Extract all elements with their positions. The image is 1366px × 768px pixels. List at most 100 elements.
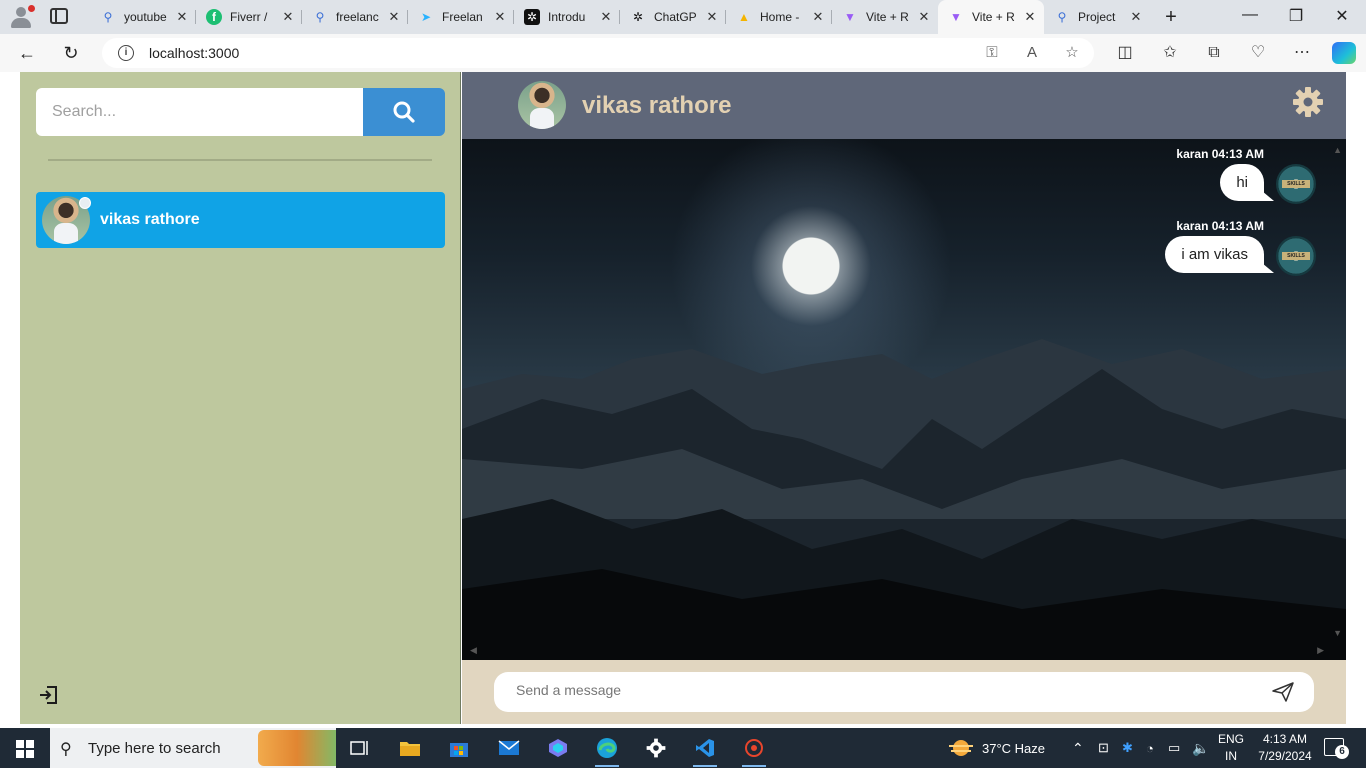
close-tab-icon[interactable]: ✕ xyxy=(810,9,826,25)
browser-essentials-icon[interactable]: ♡ xyxy=(1246,42,1270,64)
chat-header-avatar xyxy=(518,81,566,129)
close-tab-icon[interactable]: ✕ xyxy=(492,9,508,25)
volume-icon[interactable]: 🔈 xyxy=(1192,728,1209,768)
task-view-icon[interactable] xyxy=(342,732,378,764)
browser-tab-active[interactable]: ▼ Vite + R ✕ xyxy=(938,0,1044,34)
online-status-dot xyxy=(79,197,91,209)
mail-icon[interactable] xyxy=(491,732,527,764)
browser-tab[interactable]: f Fiverr / ✕ xyxy=(196,4,302,30)
haze-weather-icon xyxy=(949,740,973,756)
scroll-left-arrow[interactable]: ◀ xyxy=(470,645,477,656)
collections-icon[interactable]: ⧉ xyxy=(1202,42,1226,64)
message-item: karan 04:13 AM hi SKILLS xyxy=(1176,147,1316,204)
scroll-down-arrow[interactable]: ▼ xyxy=(1333,628,1342,638)
settings-icon[interactable] xyxy=(638,732,674,764)
message-list[interactable]: ▲ ▼ ◀ ▶ karan 04:13 AM hi SKILLS karan 0… xyxy=(462,139,1346,660)
search-input[interactable] xyxy=(36,88,363,136)
clock[interactable]: 4:13 AM 7/29/2024 xyxy=(1256,731,1314,765)
close-window-button[interactable]: ✕ xyxy=(1322,6,1362,26)
message-bubble: i am vikas xyxy=(1165,236,1274,273)
close-tab-icon[interactable]: ✕ xyxy=(174,9,190,25)
settings-gear-icon[interactable] xyxy=(1292,86,1324,118)
scroll-up-arrow[interactable]: ▲ xyxy=(1333,145,1342,155)
language-indicator[interactable]: ENG IN xyxy=(1216,731,1246,765)
message-bubble: hi xyxy=(1220,164,1274,201)
close-tab-icon[interactable]: ✕ xyxy=(916,9,932,25)
windows-start-icon[interactable] xyxy=(16,740,34,758)
message-input[interactable] xyxy=(516,682,1236,698)
browser-tab[interactable]: ✲ Introdu ✕ xyxy=(514,4,620,30)
chat-header-name: vikas rathore xyxy=(582,92,732,119)
restore-button[interactable]: ❐ xyxy=(1276,6,1316,26)
refresh-icon[interactable]: ↻ xyxy=(60,42,82,64)
send-icon[interactable] xyxy=(1272,682,1294,702)
logout-icon[interactable] xyxy=(38,684,60,706)
notification-count-badge: 6 xyxy=(1335,745,1349,759)
contact-item-active[interactable]: vikas rathore xyxy=(36,192,445,248)
freelancer-icon: ➤ xyxy=(420,10,432,24)
favorite-star-icon[interactable]: ☆ xyxy=(1062,43,1082,63)
vite-icon: ▼ xyxy=(950,10,962,24)
browser-tab[interactable]: ➤ Freelan ✕ xyxy=(408,4,514,30)
close-tab-icon[interactable]: ✕ xyxy=(598,9,614,25)
show-hidden-icons[interactable]: ⌃ xyxy=(1072,728,1084,768)
tab-actions-icon[interactable] xyxy=(50,8,68,24)
back-icon[interactable]: ← xyxy=(16,42,38,64)
profile-icon[interactable] xyxy=(8,5,35,29)
search-highlight-image xyxy=(258,730,336,766)
split-screen-icon[interactable]: ◫ xyxy=(1113,42,1137,64)
browser-tab[interactable]: ▼ Vite + R ✕ xyxy=(832,4,938,30)
message-meta: karan 04:13 AM xyxy=(1176,219,1264,233)
search-button[interactable] xyxy=(363,88,445,136)
sidebar: vikas rathore xyxy=(20,72,461,724)
close-tab-icon[interactable]: ✕ xyxy=(704,9,720,25)
openai-icon: ✲ xyxy=(524,9,540,25)
openai-icon: ✲ xyxy=(632,10,644,24)
minimize-button[interactable]: — xyxy=(1230,6,1270,24)
site-info-icon[interactable]: i xyxy=(118,45,134,61)
browser-tab[interactable]: ⚲ youtube ✕ xyxy=(90,4,196,30)
battery-icon[interactable]: ▭ xyxy=(1168,728,1180,768)
close-tab-icon[interactable]: ✕ xyxy=(280,9,296,25)
microsoft-store-icon[interactable] xyxy=(441,732,477,764)
browser-tab[interactable]: ⚲ Project ✕ xyxy=(1044,4,1150,30)
chat-app: vikas rathore vikas rathore xyxy=(20,72,1346,724)
browser-tab[interactable]: ▲ Home - ✕ xyxy=(726,4,832,30)
chat-panel: vikas rathore ▲ ▼ ◀ ▶ karan 04:13 AM hi … xyxy=(462,72,1346,724)
url-text[interactable]: localhost:3000 xyxy=(149,45,239,61)
wifi-icon[interactable]: ◔ xyxy=(1146,728,1154,768)
background-mountains xyxy=(462,339,1346,660)
search-icon: ⚲ xyxy=(103,10,113,24)
favorites-icon[interactable]: ✩ xyxy=(1158,42,1182,64)
close-tab-icon[interactable]: ✕ xyxy=(386,9,402,25)
sender-avatar: SKILLS xyxy=(1276,236,1316,276)
read-aloud-icon[interactable]: A xyxy=(1022,43,1042,63)
browser-tab[interactable]: ✲ ChatGP ✕ xyxy=(620,4,726,30)
notifications-icon[interactable]: 6 xyxy=(1324,738,1349,759)
bluetooth-icon[interactable]: ✱ xyxy=(1122,728,1133,768)
copilot-icon[interactable] xyxy=(1332,42,1356,64)
password-key-icon[interactable]: ⚿ xyxy=(982,43,1002,63)
close-tab-icon[interactable]: ✕ xyxy=(1128,9,1144,25)
file-explorer-icon[interactable] xyxy=(392,732,428,764)
browser-tab[interactable]: ⚲ freelanc ✕ xyxy=(302,4,408,30)
address-bar-row: ← ↻ i localhost:3000 ⚿ A ☆ ◫ ✩ ⧉ ♡ ⋯ xyxy=(0,34,1366,72)
clock-date: 7/29/2024 xyxy=(1258,749,1312,763)
taskbar-search-text: Type here to search xyxy=(88,740,221,757)
network-devices-icon[interactable]: ⊡ xyxy=(1098,728,1109,768)
scroll-right-arrow[interactable]: ▶ xyxy=(1317,645,1324,656)
new-tab-button[interactable]: + xyxy=(1160,6,1182,28)
close-tab-icon[interactable]: ✕ xyxy=(1022,9,1038,25)
fiverr-icon: f xyxy=(206,9,222,25)
git-tool-icon[interactable] xyxy=(736,732,772,767)
weather-widget[interactable]: 37°C Haze xyxy=(948,728,1045,768)
taskbar-search[interactable]: ⚲ Type here to search xyxy=(50,728,336,768)
message-composer xyxy=(494,672,1314,712)
edge-browser-icon[interactable] xyxy=(589,732,625,767)
sidebar-divider xyxy=(48,159,432,161)
address-bar[interactable]: i localhost:3000 ⚿ A ☆ xyxy=(102,38,1094,68)
copilot-app-icon[interactable] xyxy=(540,732,576,764)
more-menu-icon[interactable]: ⋯ xyxy=(1290,42,1314,64)
vscode-icon[interactable] xyxy=(687,732,723,767)
sender-avatar: SKILLS xyxy=(1276,164,1316,204)
